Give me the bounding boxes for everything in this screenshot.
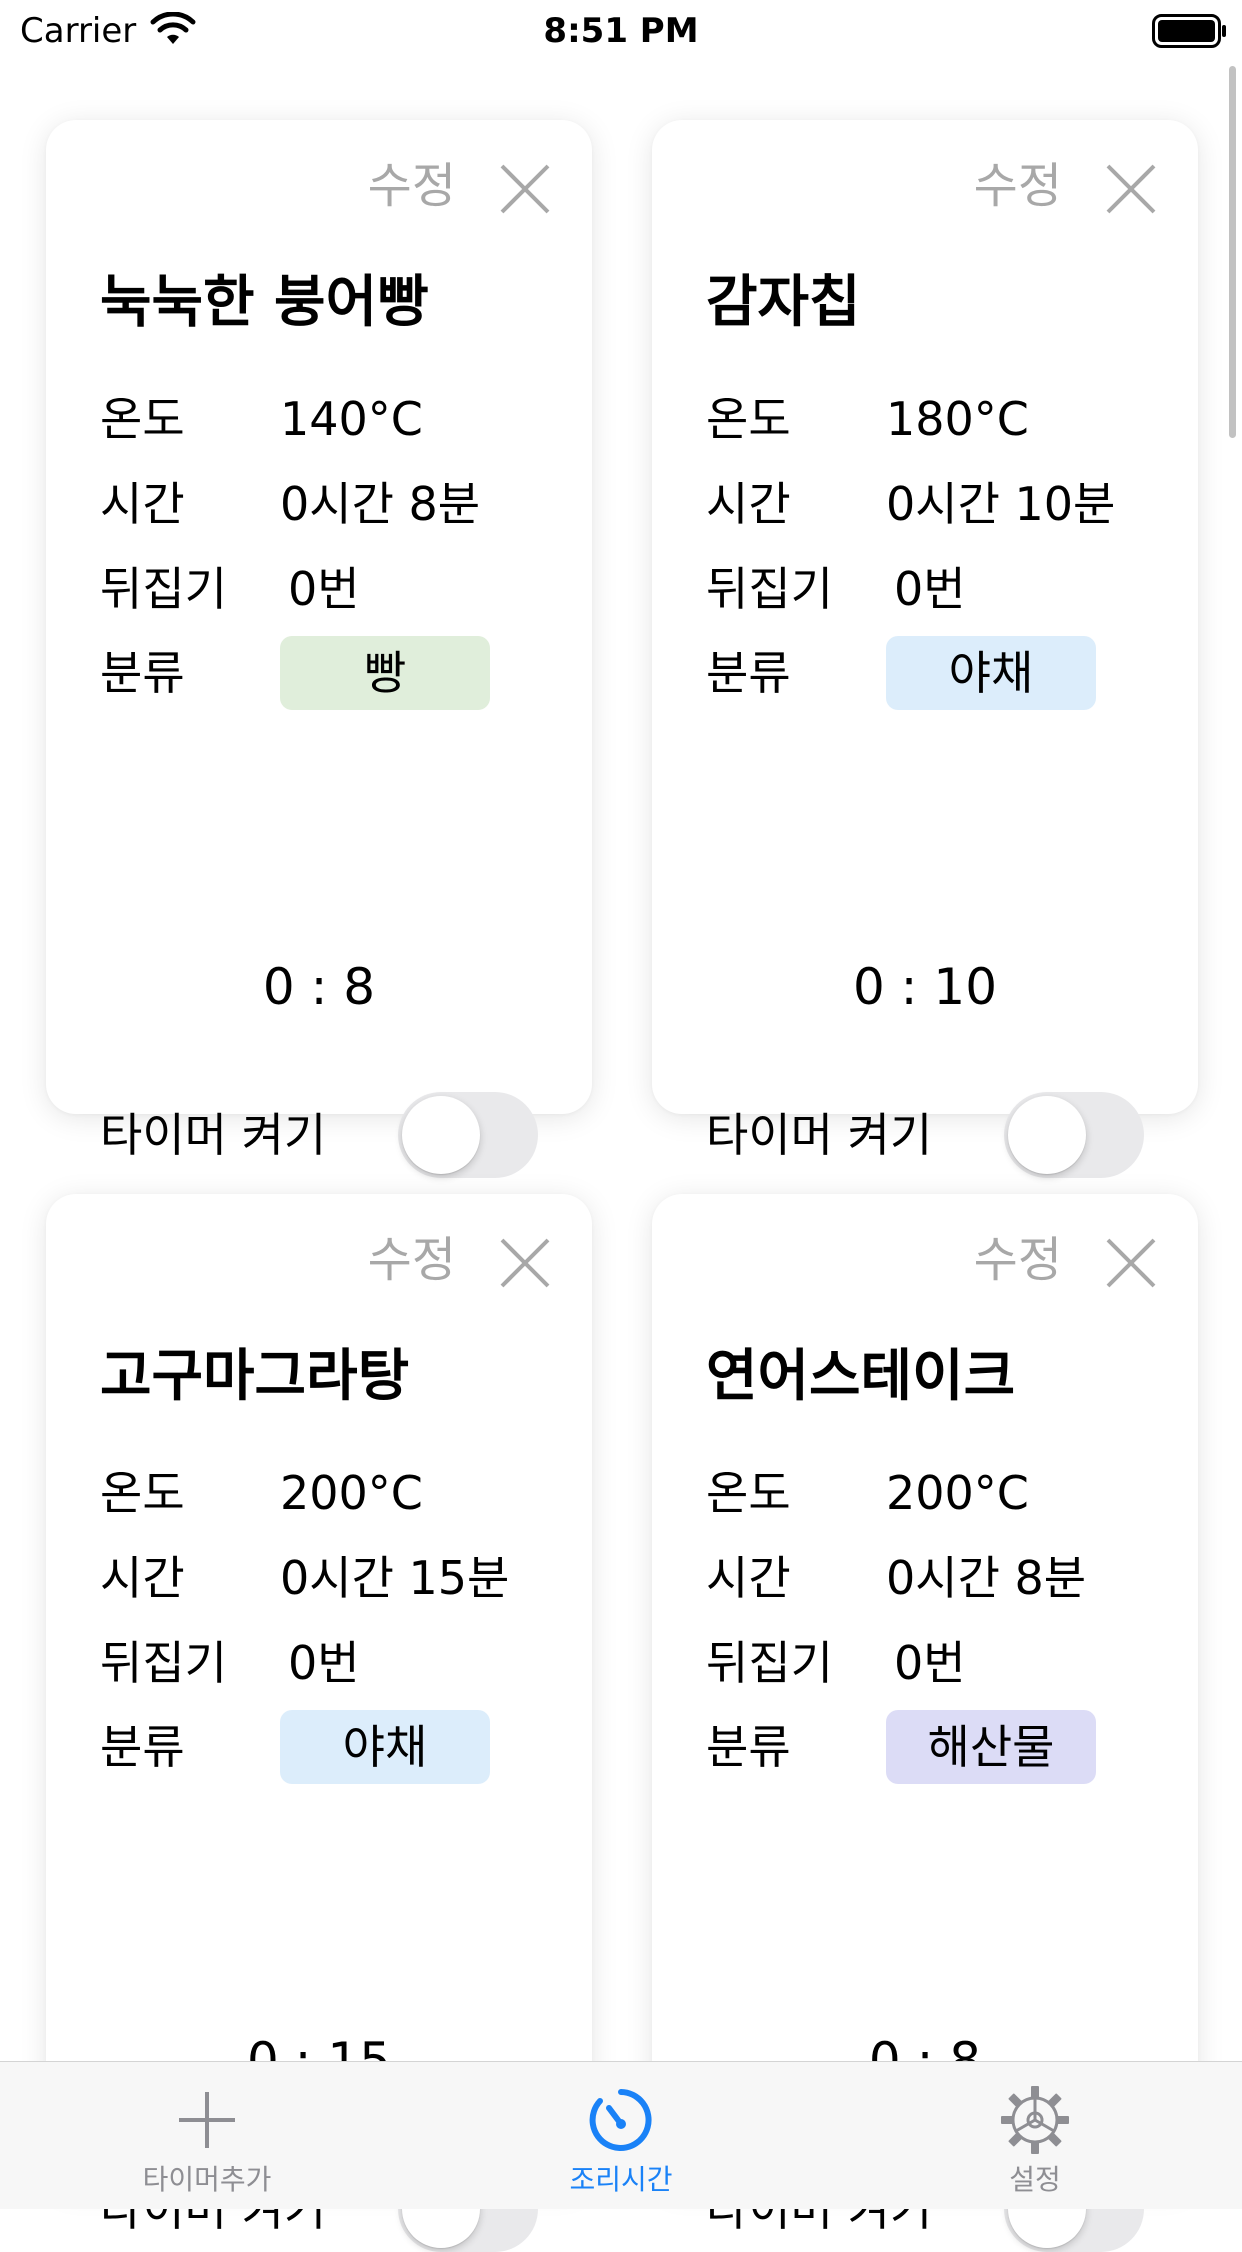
category-label: 분류 [706, 646, 791, 700]
category-label: 분류 [100, 646, 185, 700]
tab-label: 조리시간 [569, 2163, 673, 2196]
flip-label: 뒤집기 [706, 1636, 833, 1690]
clock: 8:51 PM [543, 11, 699, 51]
plus-icon [179, 2092, 235, 2148]
edit-button[interactable]: 수정 [368, 156, 456, 216]
flip-value: 0번 [288, 562, 360, 616]
flip-label: 뒤집기 [100, 562, 227, 616]
tab-cooking-time[interactable]: 조리시간 [414, 2062, 828, 2209]
recipe-card: 수정감자칩온도 180°C 시간 0시간 10분뒤집기 0번분류 야채 0 : 10 타이머 … [652, 120, 1198, 1178]
timer-toggle[interactable] [398, 1092, 538, 1178]
status-bar: Carrier 8:51 PM [0, 0, 1242, 62]
recipe-card: 수정연어스테이크온도200°C시간0시간 8분뒤집기0번분류해산물0 : 8타이… [652, 1194, 1198, 2252]
temperature-value: 180°C [886, 392, 1029, 446]
timer-toggle-label: 타이머 켜기 [706, 1108, 933, 1162]
timer-display: 0 : 10 [852, 958, 998, 1016]
temperature-value: 200°C [886, 1466, 1029, 1520]
timer-display: 0 : 8 [262, 958, 376, 1016]
flip-value: 0번 [288, 1636, 360, 1690]
recipe-title: 눅눅한 붕어빵 [100, 270, 429, 335]
close-icon[interactable] [500, 1238, 550, 1288]
timer-toggle[interactable] [1004, 1092, 1144, 1178]
toggle-knob [402, 1096, 480, 1174]
flip-value: 0번 [894, 562, 966, 616]
time-label: 시간 [100, 1551, 185, 1605]
toggle-knob [1008, 1096, 1086, 1174]
flip-value: 0번 [894, 1636, 966, 1690]
temperature-label: 온도 [100, 392, 185, 446]
edit-button[interactable]: 수정 [368, 1230, 456, 1290]
timer-toggle-label: 타이머 켜기 [100, 1108, 327, 1162]
tab-bar: 타이머추가 조리시간 설정 [0, 2061, 1242, 2209]
battery-icon [1152, 14, 1226, 48]
category-badge: 야채 [886, 636, 1096, 710]
time-value: 0시간 8분 [886, 1551, 1087, 1605]
temperature-label: 온도 [706, 392, 791, 446]
close-icon[interactable] [500, 164, 550, 214]
tab-label: 타이머추가 [142, 2163, 272, 2196]
edit-button[interactable]: 수정 [974, 1230, 1062, 1290]
time-label: 시간 [706, 1551, 791, 1605]
temperature-value: 200°C [280, 1466, 423, 1520]
category-badge: 야채 [280, 1710, 490, 1784]
close-icon[interactable] [1106, 164, 1156, 214]
recipe-card: 수정고구마그라탕온도200°C시간0시간 15분뒤집기0번분류야채0 : 15타… [46, 1194, 592, 2252]
time-value: 0시간 8분 [280, 477, 481, 531]
time-label: 시간 [706, 477, 791, 531]
category-badge: 해산물 [886, 1710, 1096, 1784]
temperature-value: 140°C [280, 392, 423, 446]
scroll-indicator[interactable] [1229, 66, 1236, 438]
recipe-title: 연어스테이크 [706, 1344, 1016, 1409]
time-label: 시간 [100, 477, 185, 531]
tab-settings[interactable]: 설정 [828, 2062, 1242, 2209]
recipe-card: 수정눅눅한 붕어빵온도 140°C 시간 0시간 8분뒤집기 0번분류 빵 0 : 8 타이머… [46, 120, 592, 1178]
category-label: 분류 [706, 1720, 791, 1774]
flip-label: 뒤집기 [100, 1636, 227, 1690]
edit-button[interactable]: 수정 [974, 156, 1062, 216]
temperature-label: 온도 [706, 1466, 791, 1520]
time-value: 0시간 10분 [886, 477, 1116, 531]
tab-label: 설정 [1009, 2163, 1061, 2196]
timer-dial-icon [589, 2089, 652, 2151]
time-value: 0시간 15분 [280, 1551, 510, 1605]
category-badge: 빵 [280, 636, 490, 710]
recipe-title: 감자칩 [706, 270, 861, 335]
tab-add-timer[interactable]: 타이머추가 [0, 2062, 414, 2209]
close-icon[interactable] [1106, 1238, 1156, 1288]
recipe-title: 고구마그라탕 [100, 1344, 410, 1409]
temperature-label: 온도 [100, 1466, 185, 1520]
gear-icon [1001, 2086, 1069, 2154]
flip-label: 뒤집기 [706, 562, 833, 616]
category-label: 분류 [100, 1720, 185, 1774]
